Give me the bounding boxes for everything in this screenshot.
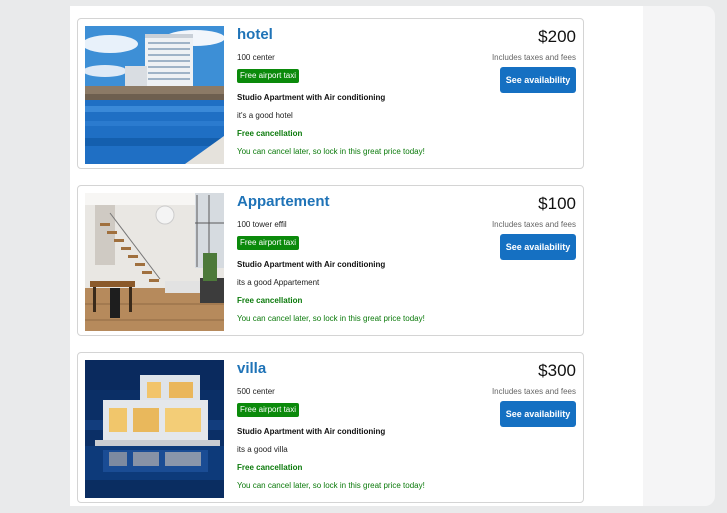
cancellation-note: You can cancel later, so lock in this gr… xyxy=(237,314,425,323)
taxes-note: Includes taxes and fees xyxy=(491,220,576,229)
room-type: Studio Apartment with Air conditioning xyxy=(237,427,386,436)
listing-description: its a good Appartement xyxy=(237,278,320,287)
cancellation-note: You can cancel later, so lock in this gr… xyxy=(237,147,425,156)
free-cancellation-label: Free cancellation xyxy=(237,296,303,305)
villa-night-photo[interactable] xyxy=(85,360,224,498)
apartment-interior-photo[interactable] xyxy=(85,193,224,331)
free-taxi-badge: Free airport taxi xyxy=(237,236,300,250)
listing-name[interactable]: villa xyxy=(237,360,266,377)
listing-price: $100 xyxy=(538,194,576,213)
listing-address: 100 tower effil xyxy=(237,220,287,229)
listing-card-villa: villa 500 center Free airport taxi Studi… xyxy=(77,352,584,503)
listing-address: 500 center xyxy=(237,387,275,396)
listing-price: $200 xyxy=(538,27,576,46)
room-type: Studio Apartment with Air conditioning xyxy=(237,260,386,269)
free-taxi-badge: Free airport taxi xyxy=(237,69,300,83)
listing-name[interactable]: Appartement xyxy=(237,193,330,210)
free-cancellation-label: Free cancellation xyxy=(237,129,303,138)
taxes-note: Includes taxes and fees xyxy=(491,387,576,396)
listing-description: its a good villa xyxy=(237,445,288,454)
listing-price: $300 xyxy=(538,361,576,380)
cancellation-note: You can cancel later, so lock in this gr… xyxy=(237,481,425,490)
listing-name[interactable]: hotel xyxy=(237,26,273,43)
see-availability-button[interactable]: See availability xyxy=(500,401,576,427)
see-availability-button[interactable]: See availability xyxy=(500,234,576,260)
free-cancellation-label: Free cancellation xyxy=(237,463,303,472)
listing-card-hotel: hotel 100 center Free airport taxi Studi… xyxy=(77,18,584,169)
see-availability-button[interactable]: See availability xyxy=(500,67,576,93)
taxes-note: Includes taxes and fees xyxy=(491,53,576,62)
hotel-pool-photo[interactable] xyxy=(85,26,224,164)
room-type: Studio Apartment with Air conditioning xyxy=(237,93,386,102)
listing-card-appartement: Appartement 100 tower effil Free airport… xyxy=(77,185,584,336)
listing-description: it's a good hotel xyxy=(237,111,293,120)
side-panel xyxy=(643,6,715,506)
listing-address: 100 center xyxy=(237,53,275,62)
free-taxi-badge: Free airport taxi xyxy=(237,403,300,417)
